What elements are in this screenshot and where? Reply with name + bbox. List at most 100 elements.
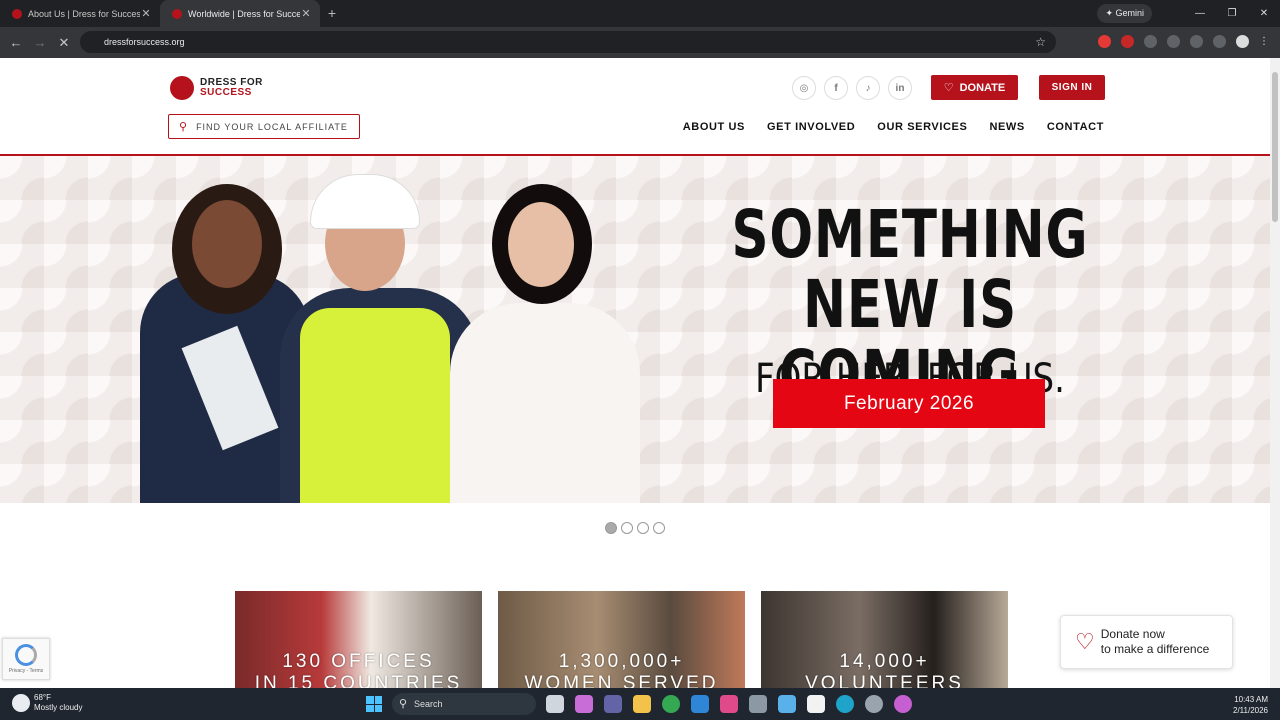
tab-strip: About Us | Dress for Success ✕ Worldwide…: [0, 0, 1280, 27]
copilot-icon[interactable]: [575, 695, 593, 713]
donate-button[interactable]: ♡ DONATE: [931, 75, 1018, 100]
dfs-favicon-icon: [172, 8, 182, 19]
dfs-favicon-icon: [12, 8, 22, 19]
hero-photo-women: [120, 156, 650, 503]
extension-icon[interactable]: [1121, 35, 1134, 48]
taskbar-search-label: Search: [414, 699, 443, 709]
heart-icon: ♡: [1075, 629, 1095, 654]
calendar-icon[interactable]: [691, 695, 709, 713]
dfs-logo[interactable]: DRESS FOR SUCCESS: [170, 76, 263, 100]
nav-about-us[interactable]: ABOUT US: [683, 121, 745, 133]
web-page: DRESS FOR SUCCESS ⚲ FIND YOUR LOCAL AFFIL…: [0, 58, 1270, 688]
forward-icon[interactable]: →: [28, 35, 52, 50]
weather-widget[interactable]: 68°F Mostly cloudy: [12, 693, 82, 713]
task-view-icon[interactable]: [546, 695, 564, 713]
bookmark-star-icon[interactable]: ☆: [1035, 31, 1046, 53]
close-icon[interactable]: ✕: [140, 7, 152, 20]
tab-title: Worldwide | Dress for Success: [188, 8, 300, 19]
temperature: 68°F: [34, 693, 51, 702]
nav-get-involved[interactable]: GET INVOLVED: [767, 121, 855, 133]
gemini-label: Gemini: [1115, 8, 1144, 18]
extension-icon[interactable]: [1144, 35, 1157, 48]
stat-card-offices[interactable]: 130 OFFICES IN 15 COUNTRIES: [235, 591, 482, 688]
stat-value: 130 OFFICES: [282, 651, 435, 672]
cast-icon[interactable]: [1190, 35, 1203, 48]
gemini-button[interactable]: ✦ Gemini: [1097, 4, 1152, 23]
carousel-dot-3[interactable]: [637, 522, 649, 534]
logo-line2: SUCCESS: [200, 87, 252, 98]
face: [192, 200, 262, 288]
clock-time: 10:43 AM: [1234, 695, 1268, 704]
close-window-icon[interactable]: ✕: [1248, 0, 1280, 27]
page-scrollbar[interactable]: [1270, 58, 1280, 688]
windows-taskbar: 68°F Mostly cloudy ⚲ Search 10:43 AM 2/11/…: [0, 688, 1280, 720]
address-bar[interactable]: dressforsuccess.org ☆: [80, 31, 1056, 53]
stat-card-volunteers[interactable]: 14,000+ VOLUNTEERS: [761, 591, 1008, 688]
carousel-dots: [605, 522, 665, 534]
settings-icon[interactable]: [865, 695, 883, 713]
facebook-icon[interactable]: f: [824, 76, 848, 100]
stat-value: 1,300,000+: [558, 651, 685, 672]
microsoft365-icon[interactable]: [720, 695, 738, 713]
cloud-icon: [12, 694, 30, 712]
carousel-dot-4[interactable]: [653, 522, 665, 534]
stop-loading-icon[interactable]: ✕: [52, 35, 76, 51]
stat-card-women[interactable]: 1,300,000+ WOMEN SERVED: [498, 591, 745, 688]
media-icon[interactable]: [1213, 35, 1226, 48]
profile-icon[interactable]: [1236, 35, 1249, 48]
app-icon[interactable]: [778, 695, 796, 713]
extension-icon[interactable]: [1098, 35, 1111, 48]
taskbar-search[interactable]: ⚲ Search: [392, 693, 536, 715]
main-nav: ABOUT US GET INVOLVED OUR SERVICES NEWS …: [683, 121, 1104, 133]
face: [508, 202, 574, 287]
dfs-logo-icon: [170, 76, 194, 100]
hard-hat: [310, 174, 420, 229]
donate-now-widget[interactable]: ♡ Donate now to make a difference: [1060, 615, 1233, 669]
url-text: dressforsuccess.org: [104, 37, 185, 47]
tab-worldwide[interactable]: Worldwide | Dress for Success ✕: [160, 0, 320, 27]
donate-now-line1: Donate now: [1100, 627, 1165, 641]
linkedin-icon[interactable]: in: [888, 76, 912, 100]
menu-icon[interactable]: ⋮: [1259, 35, 1272, 48]
carousel-dot-2[interactable]: [621, 522, 633, 534]
chrome-profile-icon[interactable]: [894, 695, 912, 713]
find-affiliate-label: FIND YOUR LOCAL AFFILIATE: [196, 121, 348, 132]
sign-in-button[interactable]: SIGN IN: [1039, 75, 1105, 100]
minimize-icon[interactable]: —: [1184, 0, 1216, 27]
system-clock[interactable]: 10:43 AM 2/11/2026: [1233, 694, 1268, 716]
toolbar: ← → ✕ dressforsuccess.org ☆: [0, 27, 1280, 58]
recaptcha-icon: [15, 644, 37, 666]
hero-banner[interactable]: SOMETHING NEW IS COMING. FOR HER. FOR US…: [0, 156, 1270, 503]
tab-about-us[interactable]: About Us | Dress for Success ✕: [0, 0, 160, 27]
nav-our-services[interactable]: OUR SERVICES: [877, 121, 967, 133]
edge-icon[interactable]: [836, 695, 854, 713]
teams-icon[interactable]: [604, 695, 622, 713]
recaptcha-badge[interactable]: Privacy - Terms: [2, 638, 50, 680]
calculator-icon[interactable]: [749, 695, 767, 713]
tab-title: About Us | Dress for Success: [28, 8, 140, 19]
file-explorer-icon[interactable]: [633, 695, 651, 713]
woman-blouse: [450, 303, 640, 503]
puzzle-icon[interactable]: [1167, 35, 1180, 48]
restore-icon[interactable]: ❐: [1216, 0, 1248, 27]
windows-start-icon[interactable]: [366, 696, 382, 712]
social-links: ◎ f ♪ in: [792, 76, 912, 100]
stat-label: VOLUNTEERS: [805, 673, 964, 688]
find-affiliate-button[interactable]: ⚲ FIND YOUR LOCAL AFFILIATE: [168, 114, 360, 139]
app-icon[interactable]: [807, 695, 825, 713]
donate-now-line2: to make a difference: [1100, 642, 1210, 656]
recaptcha-terms: Privacy - Terms: [8, 668, 44, 674]
close-icon[interactable]: ✕: [300, 7, 312, 20]
safety-vest: [300, 308, 450, 503]
tiktok-icon[interactable]: ♪: [856, 76, 880, 100]
scrollbar-thumb[interactable]: [1272, 72, 1278, 222]
instagram-icon[interactable]: ◎: [792, 76, 816, 100]
back-icon[interactable]: ←: [4, 35, 28, 50]
carousel-dot-1[interactable]: [605, 522, 617, 534]
nav-news[interactable]: NEWS: [989, 121, 1024, 133]
nav-contact[interactable]: CONTACT: [1047, 121, 1104, 133]
hero-date-button[interactable]: February 2026: [773, 379, 1045, 428]
chrome-icon[interactable]: [662, 695, 680, 713]
extensions-area: ⋮: [1098, 35, 1272, 49]
new-tab-button[interactable]: +: [320, 0, 344, 27]
